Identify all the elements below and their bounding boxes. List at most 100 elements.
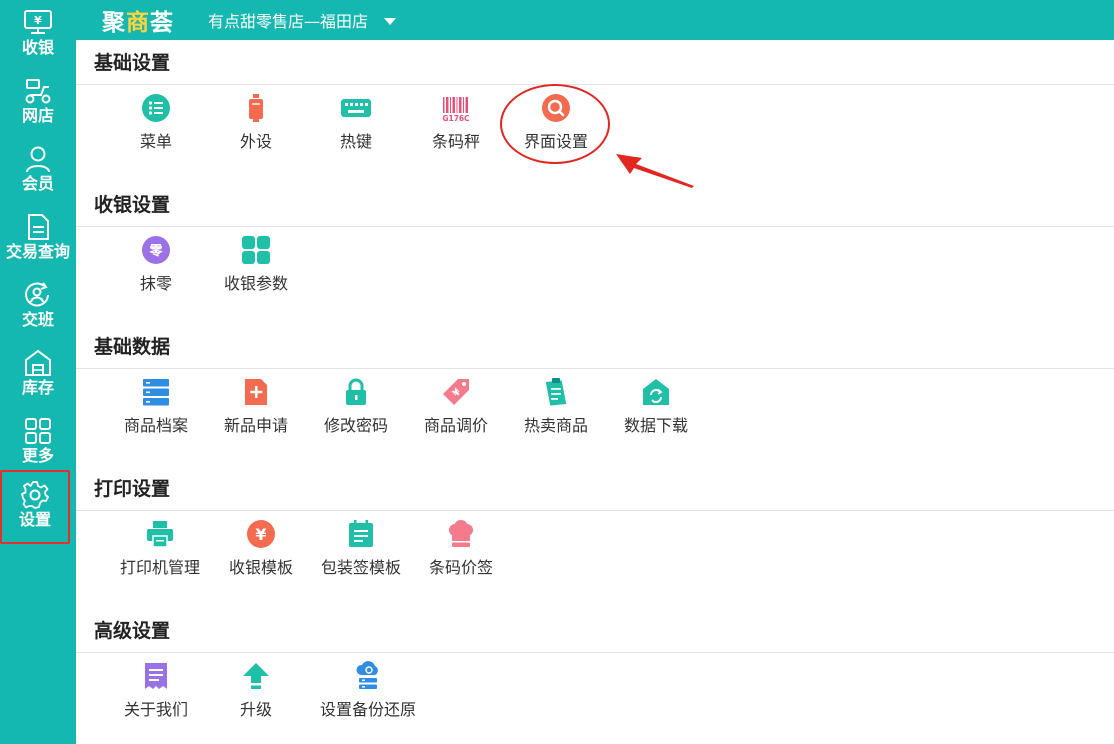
warehouse-icon [23,348,53,378]
keyboard-icon [340,92,372,124]
settings-app: ¥ 收银 网店 会员 交易查询 交班 库存 更多 设置 聚商荟 有点甜零售店—福… [0,0,1114,744]
tile-data-download[interactable]: 数据下载 [608,376,704,446]
tile-label: 热卖商品 [523,416,588,435]
barcode-icon: G176C [440,92,472,124]
tile-label: 收银参数 [223,274,288,293]
tile-label: 条码秤 [431,132,480,151]
tile-cashier-template[interactable]: ¥ 收银模板 [213,518,309,588]
tile-label: 界面设置 [523,132,588,151]
svg-text:¥: ¥ [34,14,42,27]
sidebar-item-cashier[interactable]: ¥ 收银 [0,2,76,70]
grid-icon [240,234,272,266]
scooter-icon [23,76,53,106]
sidebar-item-label: 网店 [21,106,54,125]
sidebar-item-transactions[interactable]: 交易查询 [0,206,76,274]
sidebar-item-label: 收银 [21,38,54,57]
section-title: 打印设置 [94,478,171,500]
tile-settings-backup-restore[interactable]: 设置备份还原 [320,660,416,730]
store-selector-label[interactable]: 有点甜零售店—福田店 [208,8,368,32]
tile-label: 修改密码 [323,416,388,435]
grid-icon [23,416,53,446]
yen-icon: ¥ [245,518,277,550]
tile-label: 抹零 [139,274,172,293]
sidebar-item-label: 交班 [21,310,54,329]
sidebar-item-settings[interactable]: 设置 [0,470,70,544]
tile-label: 商品调价 [423,416,488,435]
price-tag-icon: ¥ [440,376,472,408]
user-icon [23,144,53,174]
sidebar-item-inventory[interactable]: 库存 [0,342,76,410]
sidebar-item-shift[interactable]: 交班 [0,274,76,342]
annotation-arrow-icon [616,154,694,188]
tile-upgrade[interactable]: 升级 [208,660,304,730]
tile-label: 外设 [239,132,272,151]
sidebar-item-more[interactable]: 更多 [0,410,76,478]
tile-label: 升级 [239,700,272,719]
printer-icon [144,518,176,550]
tile-new-product-request[interactable]: 新品申请 [208,376,304,446]
tile-printer-management[interactable]: 打印机管理 [112,518,208,588]
tile-package-label-template[interactable]: 包装签模板 [313,518,409,588]
peripheral-icon [240,92,272,124]
receipt-icon [140,660,172,692]
section-divider [76,226,1114,227]
sidebar-item-member[interactable]: 会员 [0,138,76,206]
tile-label: 打印机管理 [119,558,200,577]
sidebar-item-label: 设置 [18,510,51,529]
sidebar-item-online-store[interactable]: 网店 [0,70,76,138]
tile-about-us[interactable]: 关于我们 [108,660,204,730]
zero-icon: 零 [140,234,172,266]
app-logo: 聚商荟 [102,10,174,36]
chef-hat-icon [445,518,477,550]
menu-icon [140,92,172,124]
lock-icon [340,376,372,408]
tile-hot-products[interactable]: 热卖商品 [508,376,604,446]
tile-label: 设置备份还原 [320,700,417,719]
sidebar-item-label: 更多 [21,446,54,465]
svg-text:¥: ¥ [255,525,266,544]
svg-text:零: 零 [148,244,163,259]
section-divider [76,510,1114,511]
tile-round-off[interactable]: 零 抹零 [108,234,204,304]
tile-peripheral[interactable]: 外设 [208,92,304,162]
tile-barcode-price-label[interactable]: 条码价签 [413,518,509,588]
tile-cashier-params[interactable]: 收银参数 [208,234,304,304]
section-divider [76,84,1114,85]
cloud-backup-icon [352,660,384,692]
sync-home-icon [640,376,672,408]
sidebar: ¥ 收银 网店 会员 交易查询 交班 库存 更多 设置 [0,0,76,744]
section-title: 基础设置 [94,52,171,74]
cashier-icon: ¥ [23,8,53,38]
tile-label: 数据下载 [623,416,688,435]
tile-label: 新品申请 [223,416,288,435]
tile-change-password[interactable]: 修改密码 [308,376,404,446]
shift-icon [23,280,53,310]
caret-down-icon[interactable] [384,17,397,25]
tile-product-archive[interactable]: 商品档案 [108,376,204,446]
tile-barcode-scale[interactable]: G176C 条码秤 [408,92,504,162]
sidebar-item-label: 库存 [21,378,54,397]
top-header: 聚商荟 有点甜零售店—福田店 [76,0,1114,40]
tile-price-adjust[interactable]: ¥ 商品调价 [408,376,504,446]
clipboard-icon [540,376,572,408]
tile-menu[interactable]: 菜单 [108,92,204,162]
section-title: 基础数据 [94,336,171,358]
sidebar-item-label: 交易查询 [5,242,70,261]
svg-text:G176C: G176C [442,114,470,123]
gear-icon [20,480,50,510]
search-icon [540,92,572,124]
document-icon [23,212,53,242]
calendar-icon [345,518,377,550]
tile-interface-settings[interactable]: 界面设置 [508,92,604,162]
upload-icon [240,660,272,692]
tile-label: 包装签模板 [320,558,401,577]
section-title: 高级设置 [94,620,171,642]
new-doc-icon [240,376,272,408]
sidebar-item-label: 会员 [21,174,54,193]
tile-label: 收银模板 [228,558,293,577]
tile-label: 关于我们 [123,700,188,719]
tile-hotkey[interactable]: 热键 [308,92,404,162]
tile-label: 菜单 [139,132,172,151]
tile-label: 条码价签 [428,558,493,577]
section-title: 收银设置 [94,194,171,216]
